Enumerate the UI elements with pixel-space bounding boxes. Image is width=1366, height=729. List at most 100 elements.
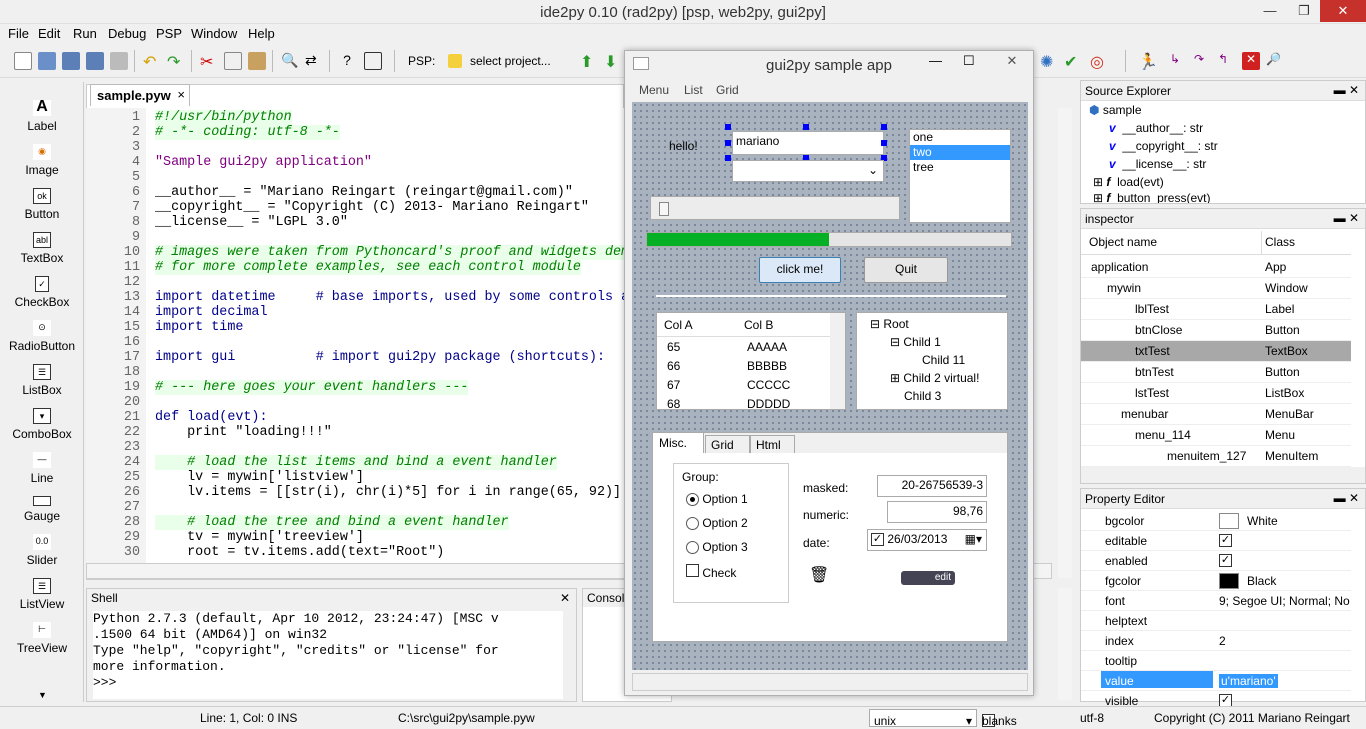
inspector-row[interactable]: menubar MenuBar bbox=[1081, 404, 1351, 425]
palette-slider[interactable]: 0.0 Slider bbox=[0, 534, 84, 567]
step-into-icon[interactable]: ↳ bbox=[1170, 52, 1188, 70]
resize-handle[interactable] bbox=[725, 155, 731, 161]
col-b-header[interactable]: Col B bbox=[744, 318, 773, 332]
eol-select[interactable]: unix ▾ bbox=[869, 709, 977, 728]
palette-line[interactable]: — Line bbox=[0, 452, 84, 485]
palette-checkbox[interactable]: ✓ CheckBox bbox=[0, 276, 84, 309]
design-canvas[interactable]: hello! mariano ⌄ one two tree click me! … bbox=[632, 102, 1028, 670]
app-menu-menu[interactable]: Menu bbox=[639, 83, 669, 97]
radio-option-2[interactable]: Option 2 bbox=[686, 516, 748, 531]
resize-handle[interactable] bbox=[725, 124, 731, 130]
slider-thumb[interactable] bbox=[659, 202, 669, 216]
tab-misc[interactable]: Misc. bbox=[652, 432, 704, 454]
help-icon[interactable]: ? bbox=[338, 52, 356, 70]
tree-child-2[interactable]: ⊞ Child 2 virtual! bbox=[887, 371, 979, 386]
designer-icon[interactable] bbox=[364, 52, 382, 70]
property-value[interactable]: ✓ bbox=[1219, 534, 1232, 547]
app-menu-grid[interactable]: Grid bbox=[716, 83, 739, 97]
shell-close-icon[interactable]: ✕ bbox=[560, 591, 570, 605]
calendar-icon[interactable]: ▦▾ bbox=[965, 532, 982, 546]
masked-input[interactable]: 20-26756539-3 bbox=[877, 475, 987, 497]
source-node[interactable]: ⊞ f load(evt) bbox=[1093, 175, 1164, 189]
app-close-button[interactable]: ✕ bbox=[995, 53, 1029, 69]
col-class[interactable]: Class bbox=[1265, 235, 1295, 249]
property-row[interactable]: enabled ✓ bbox=[1081, 551, 1351, 571]
menu-help[interactable]: Help bbox=[248, 26, 275, 41]
resize-handle[interactable] bbox=[725, 140, 731, 146]
date-check-icon[interactable]: ✓ bbox=[871, 533, 884, 547]
property-row[interactable]: font 9; Segoe UI; Normal; No bbox=[1081, 591, 1351, 611]
inspector-row[interactable]: mywin Window bbox=[1081, 278, 1351, 299]
palette-listview[interactable]: ☰ ListView bbox=[0, 578, 84, 611]
close-button[interactable]: ✕ bbox=[1320, 0, 1366, 22]
psp-project-select[interactable]: select project... bbox=[470, 54, 551, 68]
cut-icon[interactable]: ✂ bbox=[200, 52, 218, 71]
source-node-sample[interactable]: ⬢ sample bbox=[1089, 103, 1142, 117]
numeric-input[interactable]: 98,76 bbox=[887, 501, 987, 523]
menu-file[interactable]: File bbox=[8, 26, 29, 41]
editor-vscrollbar[interactable] bbox=[1058, 108, 1072, 578]
replace-icon[interactable]: ⇄ bbox=[305, 52, 323, 70]
txttest-textbox[interactable]: mariano bbox=[732, 131, 884, 155]
undo-icon[interactable]: ↶ bbox=[143, 52, 161, 71]
panel-close-icon[interactable]: ▬ ✕ bbox=[1334, 83, 1359, 97]
col-object-name[interactable]: Object name bbox=[1089, 235, 1157, 249]
listbox-item-selected[interactable]: two bbox=[910, 145, 1010, 160]
inspector-row[interactable]: application App bbox=[1081, 257, 1351, 278]
radio-option-3[interactable]: Option 3 bbox=[686, 540, 748, 555]
click-me-button[interactable]: click me! bbox=[759, 257, 841, 283]
listview-scrollbar[interactable] bbox=[830, 313, 845, 409]
property-row[interactable]: tooltip bbox=[1081, 651, 1351, 671]
tree-child-1[interactable]: ⊟ Child 1 bbox=[887, 335, 941, 350]
inspector-row[interactable]: menuitem_127 MenuItem bbox=[1081, 446, 1351, 467]
inspector-row[interactable]: lblTest Label bbox=[1081, 299, 1351, 320]
property-row[interactable]: value u'mariano' bbox=[1081, 671, 1351, 691]
quit-button[interactable]: Quit bbox=[864, 257, 948, 283]
property-value[interactable]: u'mariano' bbox=[1219, 674, 1278, 688]
save-as-icon[interactable] bbox=[86, 52, 104, 70]
inspector-row[interactable]: btnClose Button bbox=[1081, 320, 1351, 341]
lifebuoy-icon[interactable]: ◎ bbox=[1090, 52, 1108, 71]
menu-run[interactable]: Run bbox=[73, 26, 97, 41]
arrow-down-icon[interactable]: ⬇ bbox=[604, 52, 622, 71]
date-picker[interactable]: ✓ 26/03/2013 ▦▾ bbox=[867, 529, 987, 551]
listview-row[interactable]: 68 DDDDD bbox=[660, 394, 845, 413]
edit-button[interactable]: edit bbox=[901, 571, 955, 585]
property-row[interactable]: fgcolor Black bbox=[1081, 571, 1351, 591]
radio-option-1[interactable]: Option 1 bbox=[686, 492, 748, 507]
property-value[interactable]: White bbox=[1247, 514, 1278, 528]
inspector-row[interactable]: btnTest Button bbox=[1081, 362, 1351, 383]
listview[interactable]: Col A Col B 65 AAAAA 66 BBBBB 67 CCCCC 68 DDDDD bbox=[656, 312, 846, 413]
minimize-button[interactable]: — bbox=[1253, 0, 1287, 22]
source-node[interactable]: v __copyright__: str bbox=[1109, 139, 1218, 153]
panel-close-icon[interactable]: ▬ ✕ bbox=[1334, 211, 1359, 225]
palette-treeview[interactable]: ⊢ TreeView bbox=[0, 622, 84, 655]
property-row[interactable]: helptext bbox=[1081, 611, 1351, 631]
save-icon[interactable] bbox=[62, 52, 80, 70]
slider[interactable] bbox=[650, 196, 900, 220]
console-vscrollbar[interactable] bbox=[1058, 588, 1072, 700]
tree-root[interactable]: ⊟ Root bbox=[867, 317, 909, 332]
palette-button[interactable]: ok Button bbox=[0, 188, 84, 221]
app-menu-list[interactable]: List bbox=[684, 83, 703, 97]
run-icon[interactable]: 🏃 bbox=[1138, 52, 1158, 71]
stop-icon[interactable]: ✕ bbox=[1242, 52, 1260, 70]
col-a-header[interactable]: Col A bbox=[664, 318, 693, 332]
resize-handle[interactable] bbox=[881, 124, 887, 130]
new-file-icon[interactable] bbox=[14, 52, 32, 70]
menu-window[interactable]: Window bbox=[191, 26, 237, 41]
app-minimize-button[interactable]: — bbox=[929, 53, 942, 68]
combobox[interactable]: ⌄ bbox=[732, 160, 884, 182]
open-file-icon[interactable] bbox=[38, 52, 56, 70]
source-node[interactable]: v __license__: str bbox=[1109, 157, 1206, 171]
check-icon[interactable]: ✔ bbox=[1064, 52, 1082, 71]
tab-close-icon[interactable]: × bbox=[177, 87, 185, 102]
menu-debug[interactable]: Debug bbox=[108, 26, 146, 41]
settings-icon[interactable]: ✺ bbox=[1040, 52, 1058, 71]
property-row[interactable]: editable ✓ bbox=[1081, 531, 1351, 551]
inspector-row[interactable]: lstTest ListBox bbox=[1081, 383, 1351, 404]
paste-icon[interactable] bbox=[248, 52, 266, 70]
step-over-icon[interactable]: ↷ bbox=[1194, 52, 1212, 70]
restore-button[interactable]: ❐ bbox=[1287, 0, 1321, 22]
property-value[interactable]: Black bbox=[1247, 574, 1276, 588]
